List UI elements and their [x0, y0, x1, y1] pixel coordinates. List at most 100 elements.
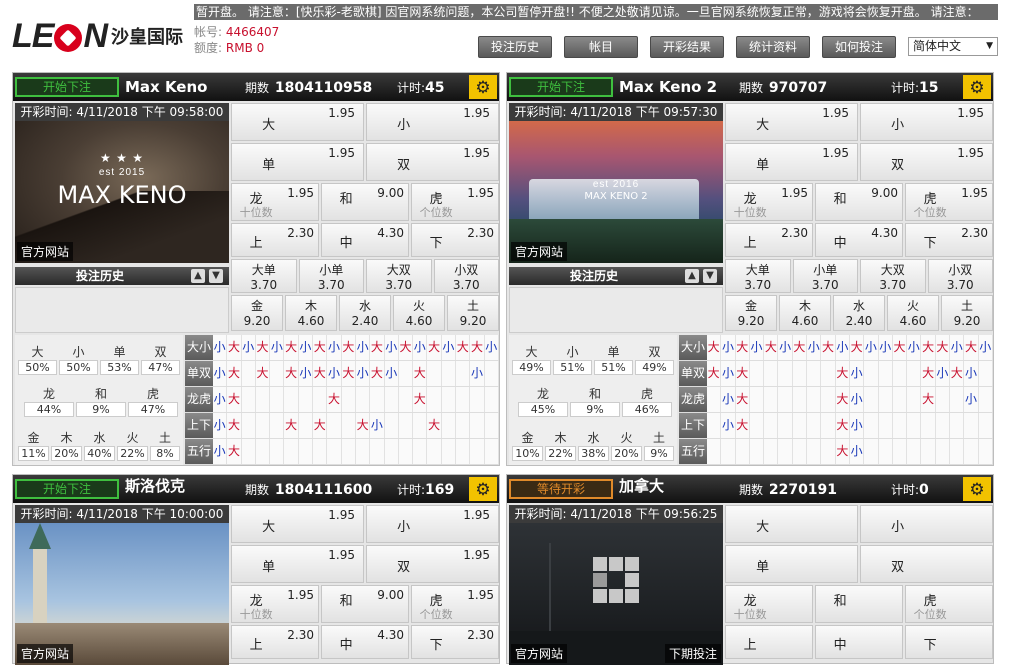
gear-icon[interactable]: ⚙	[469, 477, 497, 501]
bet-odd[interactable]: 单 1.95	[725, 143, 858, 181]
bet-dragon[interactable]: 龙十位数 1.95	[231, 585, 319, 623]
trend-tab[interactable]: 上下	[185, 413, 213, 438]
bet-tie[interactable]: 和 9.00	[321, 585, 409, 623]
arrow-up-icon[interactable]: ▲	[685, 269, 699, 283]
bet-down[interactable]: 下 2.30	[411, 223, 499, 257]
official-site-link[interactable]: 官方网站	[511, 644, 568, 663]
bet-tie[interactable]: 和 9.00	[815, 183, 903, 221]
bet-wood[interactable]: 木 4.60	[779, 295, 831, 331]
bet-tiger[interactable]: 虎个位数	[905, 585, 993, 623]
bet-even[interactable]: 双	[860, 545, 993, 583]
trend-tab[interactable]: 单双	[185, 361, 213, 386]
bet-earth[interactable]: 土 9.20	[447, 295, 499, 331]
official-site-link[interactable]: 官方网站	[17, 644, 74, 663]
trend-tab[interactable]: 大小	[185, 335, 213, 360]
arrow-down-icon[interactable]: ▼	[703, 269, 717, 283]
waiting-draw-button[interactable]: 等待开彩	[509, 479, 613, 499]
bet-down[interactable]: 下 2.30	[411, 625, 499, 659]
start-betting-button[interactable]: 开始下注	[15, 479, 119, 499]
bet-water[interactable]: 水 2.40	[339, 295, 391, 331]
trend-tab[interactable]: 龙虎	[185, 387, 213, 412]
gear-icon[interactable]: ⚙	[963, 75, 991, 99]
bet-history-button[interactable]: 投注历史	[478, 36, 553, 58]
trend-tab[interactable]: 龙虎	[679, 387, 707, 412]
bet-even[interactable]: 双 1.95	[860, 143, 993, 181]
bet-small-odd[interactable]: 小单 3.70	[792, 259, 858, 293]
bet-big-odd[interactable]: 大单 3.70	[725, 259, 791, 293]
bet-big-even[interactable]: 大双 3.70	[366, 259, 432, 293]
bet-tiger[interactable]: 虎个位数 1.95	[905, 183, 993, 221]
arrow-up-icon[interactable]: ▲	[191, 269, 205, 283]
bet-mid[interactable]: 中	[815, 625, 903, 659]
bet-down[interactable]: 下	[905, 625, 993, 659]
bet-label: 小双	[454, 263, 479, 277]
start-betting-button[interactable]: 开始下注	[509, 77, 613, 97]
bet-small[interactable]: 小 1.95	[366, 505, 499, 543]
bet-up[interactable]: 上	[725, 625, 813, 659]
bet-dragon[interactable]: 龙十位数 1.95	[725, 183, 813, 221]
bet-small-odd[interactable]: 小单 3.70	[298, 259, 364, 293]
stat-earth: 土 9%	[643, 429, 675, 461]
bet-mid[interactable]: 中 4.30	[321, 625, 409, 659]
bet-small-even[interactable]: 小双 3.70	[433, 259, 499, 293]
trend-tab[interactable]: 单双	[679, 361, 707, 386]
bet-big[interactable]: 大 1.95	[725, 103, 858, 141]
trend-cell: 大	[736, 335, 750, 360]
bet-fire[interactable]: 火 4.60	[393, 295, 445, 331]
bet-earth[interactable]: 土 9.20	[941, 295, 993, 331]
official-site-link[interactable]: 官方网站	[511, 242, 568, 261]
bet-big[interactable]: 大 1.95	[231, 103, 364, 141]
bet-down[interactable]: 下 2.30	[905, 223, 993, 257]
bet-up[interactable]: 上 2.30	[725, 223, 813, 257]
bet-big-odd[interactable]: 大单 3.70	[231, 259, 297, 293]
language-select[interactable]: 简体中文 ▼	[908, 37, 998, 56]
bet-small[interactable]: 小 1.95	[860, 103, 993, 141]
results-button[interactable]: 开彩结果	[650, 36, 725, 58]
bet-dragon[interactable]: 龙十位数 1.95	[231, 183, 319, 221]
bet-tiger[interactable]: 虎个位数 1.95	[411, 585, 499, 623]
bet-big[interactable]: 大	[725, 505, 858, 543]
bet-odd[interactable]: 单 1.95	[231, 545, 364, 583]
bet-tiger[interactable]: 虎个位数 1.95	[411, 183, 499, 221]
bet-even[interactable]: 双 1.95	[366, 545, 499, 583]
bet-tie[interactable]: 和 9.00	[321, 183, 409, 221]
trend-tab[interactable]: 大小	[679, 335, 707, 360]
bet-up[interactable]: 上 2.30	[231, 625, 319, 659]
bet-metal[interactable]: 金 9.20	[231, 295, 283, 331]
gear-icon[interactable]: ⚙	[963, 477, 991, 501]
bet-big[interactable]: 大 1.95	[231, 505, 364, 543]
trend-cell: 小	[907, 335, 922, 360]
trend-tab[interactable]: 上下	[679, 413, 707, 438]
how-to-bet-button[interactable]: 如何投注	[822, 36, 897, 58]
bet-odd[interactable]: 单	[725, 545, 858, 583]
bet-fire[interactable]: 火 4.60	[887, 295, 939, 331]
trend-tab[interactable]: 五行	[185, 439, 213, 464]
account-button[interactable]: 帐目	[564, 36, 639, 58]
statistics-button[interactable]: 统计资料	[736, 36, 811, 58]
bet-metal[interactable]: 金 9.20	[725, 295, 777, 331]
stat-even: 双 49%	[634, 343, 675, 375]
bet-dragon[interactable]: 龙十位数	[725, 585, 813, 623]
bet-small-even[interactable]: 小双 3.70	[927, 259, 993, 293]
bet-small[interactable]: 小	[860, 505, 993, 543]
bet-water[interactable]: 水 2.40	[833, 295, 885, 331]
bet-tie[interactable]: 和	[815, 585, 903, 623]
logo[interactable]: LE N 沙皇国际	[12, 16, 183, 56]
bet-big-even[interactable]: 大双 3.70	[860, 259, 926, 293]
start-betting-button[interactable]: 开始下注	[15, 77, 119, 97]
bet-small[interactable]: 小 1.95	[366, 103, 499, 141]
official-site-link[interactable]: 官方网站	[17, 242, 74, 261]
bet-wood[interactable]: 木 4.60	[285, 295, 337, 331]
trend-cell	[242, 361, 256, 386]
bet-even[interactable]: 双 1.95	[366, 143, 499, 181]
bet-mid[interactable]: 中 4.30	[321, 223, 409, 257]
next-round-bet-button[interactable]: 下期投注	[664, 644, 721, 663]
arrow-down-icon[interactable]: ▼	[209, 269, 223, 283]
bet-odd[interactable]: 单 1.95	[231, 143, 364, 181]
bet-up[interactable]: 上 2.30	[231, 223, 319, 257]
bet-mid[interactable]: 中 4.30	[815, 223, 903, 257]
gear-icon[interactable]: ⚙	[469, 75, 497, 99]
stat-label: 单	[113, 345, 126, 359]
trend-tab[interactable]: 五行	[679, 439, 707, 464]
trend-cell: 大	[736, 387, 750, 412]
